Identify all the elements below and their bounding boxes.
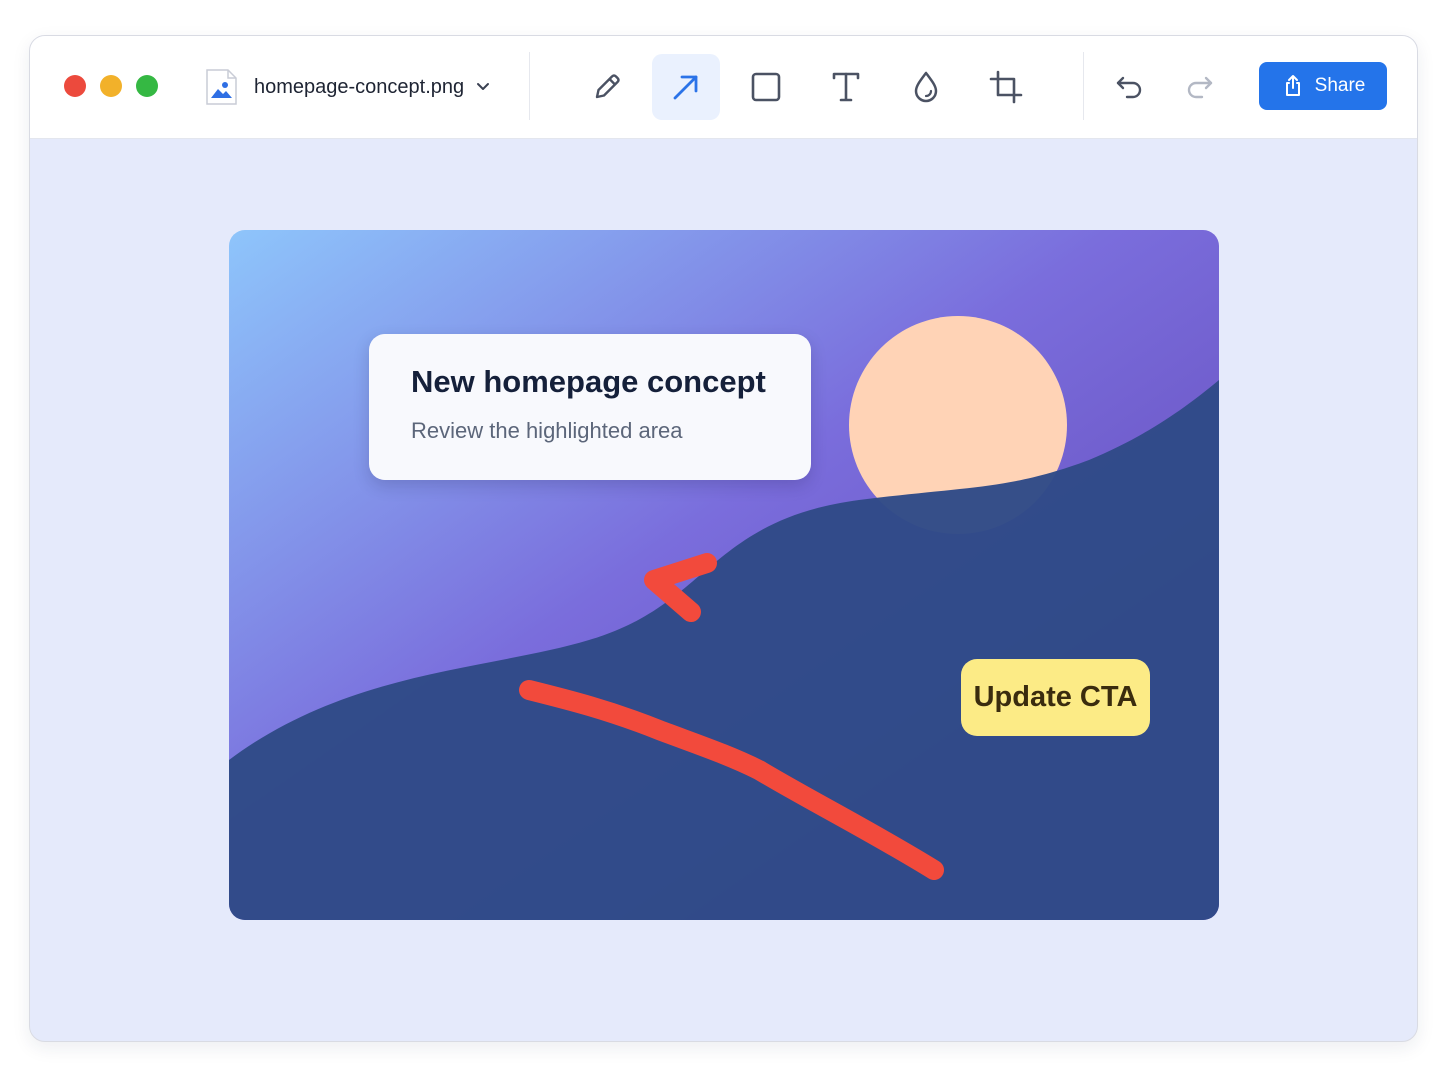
toolbar: homepage-concept.png Share — [30, 36, 1417, 139]
toolbar-divider — [529, 52, 530, 120]
file-name[interactable]: homepage-concept.png — [254, 74, 464, 100]
card-subtitle: Review the highlighted area — [411, 418, 683, 443]
annotation-label[interactable]: Update CTA — [961, 659, 1150, 736]
undo-icon — [1116, 76, 1142, 99]
image-canvas[interactable]: New homepage concept Review the highligh… — [229, 230, 1219, 920]
share-button-label: Share — [1314, 75, 1366, 96]
crop-icon — [989, 70, 1023, 104]
rectangle-tool-button[interactable] — [732, 54, 800, 120]
hero-card: New homepage concept Review the highligh… — [369, 334, 811, 480]
card-title: New homepage concept — [411, 364, 766, 399]
crop-tool-button[interactable] — [972, 54, 1040, 120]
maximize-window-button[interactable] — [136, 75, 158, 97]
annotation-editor-window: homepage-concept.png Share New homepage … — [29, 35, 1418, 1042]
droplet-icon — [914, 71, 938, 103]
arrow-tool-button[interactable] — [652, 54, 720, 120]
text-tool-button[interactable] — [812, 54, 880, 120]
text-icon — [832, 72, 860, 102]
image-file-icon — [204, 68, 238, 106]
blur-tool-button[interactable] — [892, 54, 960, 120]
pen-icon — [595, 74, 620, 99]
toolbar-divider — [1083, 52, 1084, 120]
share-icon — [1285, 75, 1300, 96]
redo-icon — [1187, 76, 1213, 99]
undo-button[interactable] — [1096, 54, 1164, 120]
rectangle-icon — [751, 72, 781, 102]
minimize-window-button[interactable] — [100, 75, 122, 97]
close-window-button[interactable] — [64, 75, 86, 97]
arrow-icon — [673, 75, 698, 100]
pen-tool-button[interactable] — [573, 54, 641, 120]
redo-button[interactable] — [1165, 54, 1233, 120]
share-button[interactable]: Share — [1259, 62, 1387, 110]
chevron-down-icon[interactable] — [473, 77, 493, 97]
